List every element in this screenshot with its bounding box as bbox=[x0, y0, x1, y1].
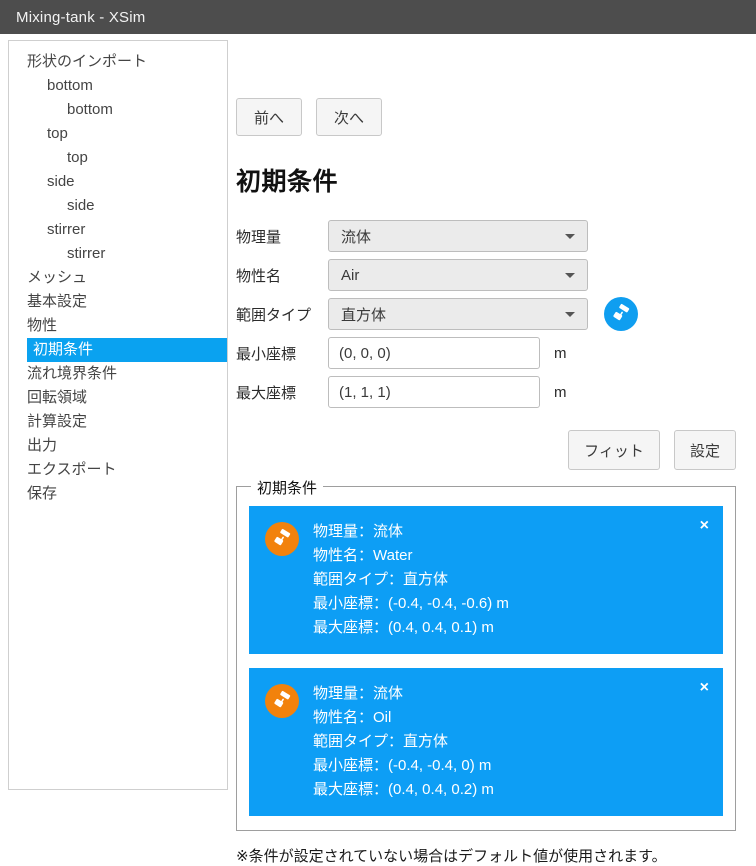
coordinate-input-3[interactable] bbox=[328, 337, 540, 369]
select-value: Air bbox=[341, 266, 360, 284]
set-button[interactable]: 設定 bbox=[674, 430, 736, 470]
sidebar-item-label: stirrer bbox=[47, 221, 86, 238]
sidebar-item-label: 出力 bbox=[27, 437, 58, 454]
sidebar-item-2[interactable]: bottom bbox=[9, 98, 227, 122]
sidebar-item-15[interactable]: 計算設定 bbox=[9, 410, 227, 434]
sidebar-item-label: 回転領域 bbox=[27, 389, 88, 406]
sidebar-item-label: side bbox=[67, 197, 95, 214]
sidebar-item-0[interactable]: 形状のインポート bbox=[9, 50, 227, 74]
next-button[interactable]: 次へ bbox=[316, 98, 382, 136]
paint-roller-icon bbox=[265, 522, 299, 556]
sidebar-item-7[interactable]: stirrer bbox=[9, 218, 227, 242]
sidebar-item-label: メッシュ bbox=[27, 269, 88, 286]
sidebar-item-4[interactable]: top bbox=[9, 146, 227, 170]
wizard-nav: 前へ 次へ bbox=[236, 40, 750, 136]
sidebar-item-label: 基本設定 bbox=[27, 293, 88, 310]
select-2[interactable]: 直方体 bbox=[328, 298, 588, 330]
form-actions: フィット 設定 bbox=[236, 430, 750, 470]
window-body: 形状のインポート bottom bottom top top side side stirre… bbox=[0, 34, 756, 865]
chevron-down-icon bbox=[565, 273, 575, 278]
app-window: Mixing-tank - XSim 形状のインポート bottom bottom t… bbox=[0, 0, 756, 865]
sidebar-item-label: 流れ境界条件 bbox=[27, 365, 118, 382]
condition-line: 範囲タイプ：直方体 bbox=[313, 733, 449, 750]
condition-card-list: 物理量：流体 物性名：Water 範囲タイプ：直方体 最小座標：(-0.4, -0.4… bbox=[249, 502, 723, 816]
close-icon[interactable]: × bbox=[700, 680, 709, 696]
sidebar-item-8[interactable]: stirrer bbox=[9, 242, 227, 266]
form-label: 最大座標 bbox=[236, 384, 297, 402]
select-0[interactable]: 流体 bbox=[328, 220, 588, 252]
sidebar-item-label: 初期条件 bbox=[33, 341, 94, 358]
condition-card[interactable]: 物理量：流体 物性名：Oil 範囲タイプ：直方体最小座標：(-0.4, -0.4, … bbox=[249, 668, 723, 816]
sidebar-item-16[interactable]: 出力 bbox=[9, 434, 227, 458]
sidebar: 形状のインポート bottom bottom top top side side stirre… bbox=[8, 40, 228, 790]
chevron-down-icon bbox=[565, 234, 575, 239]
select-value: 直方体 bbox=[341, 306, 387, 324]
sidebar-item-1[interactable]: bottom bbox=[9, 74, 227, 98]
footnote: ※条件が設定されていない場合はデフォルト値が使用されます。 bbox=[236, 848, 667, 865]
condition-line: 最大座標：(0.4, 0.4, 0.1) m bbox=[313, 619, 494, 636]
condition-line: 範囲タイプ：直方体 bbox=[313, 571, 449, 588]
form-label: 最小座標 bbox=[236, 345, 297, 363]
condition-card[interactable]: 物理量：流体 物性名：Water 範囲タイプ：直方体最小座標：(-0.4, -0.4… bbox=[249, 506, 723, 654]
chevron-down-icon bbox=[565, 312, 575, 317]
sidebar-item-label: top bbox=[67, 149, 88, 166]
sidebar-item-label: 物性 bbox=[27, 317, 58, 334]
sidebar-item-11[interactable]: 物性 bbox=[9, 314, 227, 338]
select-1[interactable]: Air bbox=[328, 259, 588, 291]
condition-card-lines: 物理量：流体 物性名：Oil 範囲タイプ：直方体最小座標：(-0.4, -0.4, … bbox=[313, 682, 494, 802]
main-panel: 前へ 次へ 初期条件 物理量 流体物性名 Air 範囲タイプ 直方体最小座標 m 最大座標 m… bbox=[236, 40, 750, 865]
select-value: 流体 bbox=[341, 228, 372, 246]
sidebar-item-label: 計算設定 bbox=[27, 413, 88, 430]
window-title: Mixing-tank - XSim bbox=[16, 8, 146, 26]
initial-conditions-group: 初期条件 物理量：流体 物性名：Water 範囲タイプ：直方体 最小座標：(-0.4,… bbox=[236, 477, 736, 831]
close-icon[interactable]: × bbox=[700, 518, 709, 534]
condition-line: 最小座標：(-0.4, -0.4, -0.6) m bbox=[313, 595, 509, 612]
form-label: 範囲タイプ bbox=[236, 306, 312, 324]
condition-line: 最大座標：(0.4, 0.4, 0.2) m bbox=[313, 781, 494, 798]
sidebar-item-label: top bbox=[47, 125, 68, 142]
sidebar-item-label: stirrer bbox=[67, 245, 106, 262]
sidebar-item-14[interactable]: 回転領域 bbox=[9, 386, 227, 410]
form-row: 最小座標 m bbox=[236, 337, 750, 369]
page-title: 初期条件 bbox=[236, 168, 339, 196]
condition-line: 最小座標：(-0.4, -0.4, 0) m bbox=[313, 757, 492, 774]
sidebar-item-label: side bbox=[47, 173, 75, 190]
form-label: 物理量 bbox=[236, 228, 282, 246]
sidebar-item-12[interactable]: 初期条件 bbox=[27, 338, 227, 362]
unit-label: m bbox=[554, 383, 567, 401]
condition-line: 物理量：流体 bbox=[313, 685, 404, 702]
coordinate-input-4[interactable] bbox=[328, 376, 540, 408]
fit-button[interactable]: フィット bbox=[568, 430, 660, 470]
initial-condition-form: 物理量 流体物性名 Air 範囲タイプ 直方体最小座標 m 最大座標 m bbox=[236, 220, 750, 408]
form-row: 物性名 Air bbox=[236, 259, 750, 291]
unit-label: m bbox=[554, 344, 567, 362]
condition-card-lines: 物理量：流体 物性名：Water 範囲タイプ：直方体最小座標：(-0.4, -0.4… bbox=[313, 520, 509, 640]
sidebar-item-5[interactable]: side bbox=[9, 170, 227, 194]
sidebar-item-18[interactable]: 保存 bbox=[9, 482, 227, 506]
form-row: 範囲タイプ 直方体 bbox=[236, 297, 750, 331]
sidebar-item-label: bottom bbox=[47, 77, 93, 94]
paint-roller-icon[interactable] bbox=[604, 297, 638, 331]
paint-roller-icon bbox=[265, 684, 299, 718]
sidebar-item-10[interactable]: 基本設定 bbox=[9, 290, 227, 314]
sidebar-item-17[interactable]: エクスポート bbox=[9, 458, 227, 482]
sidebar-item-6[interactable]: side bbox=[9, 194, 227, 218]
group-legend: 初期条件 bbox=[251, 477, 324, 498]
condition-line: 物性名：Water bbox=[313, 547, 413, 564]
sidebar-item-13[interactable]: 流れ境界条件 bbox=[9, 362, 227, 386]
condition-line: 物性名：Oil bbox=[313, 709, 392, 726]
sidebar-item-label: エクスポート bbox=[27, 461, 117, 478]
sidebar-item-label: 保存 bbox=[27, 485, 58, 502]
form-row: 最大座標 m bbox=[236, 376, 750, 408]
form-label: 物性名 bbox=[236, 267, 282, 285]
sidebar-item-label: bottom bbox=[67, 101, 113, 118]
prev-button[interactable]: 前へ bbox=[236, 98, 302, 136]
navigation-tree: 形状のインポート bottom bottom top top side side stirre… bbox=[9, 41, 227, 506]
condition-line: 物理量：流体 bbox=[313, 523, 404, 540]
sidebar-item-3[interactable]: top bbox=[9, 122, 227, 146]
sidebar-item-9[interactable]: メッシュ bbox=[9, 266, 227, 290]
sidebar-item-label: 形状のインポート bbox=[27, 53, 148, 70]
title-bar: Mixing-tank - XSim bbox=[0, 0, 756, 34]
form-row: 物理量 流体 bbox=[236, 220, 750, 252]
